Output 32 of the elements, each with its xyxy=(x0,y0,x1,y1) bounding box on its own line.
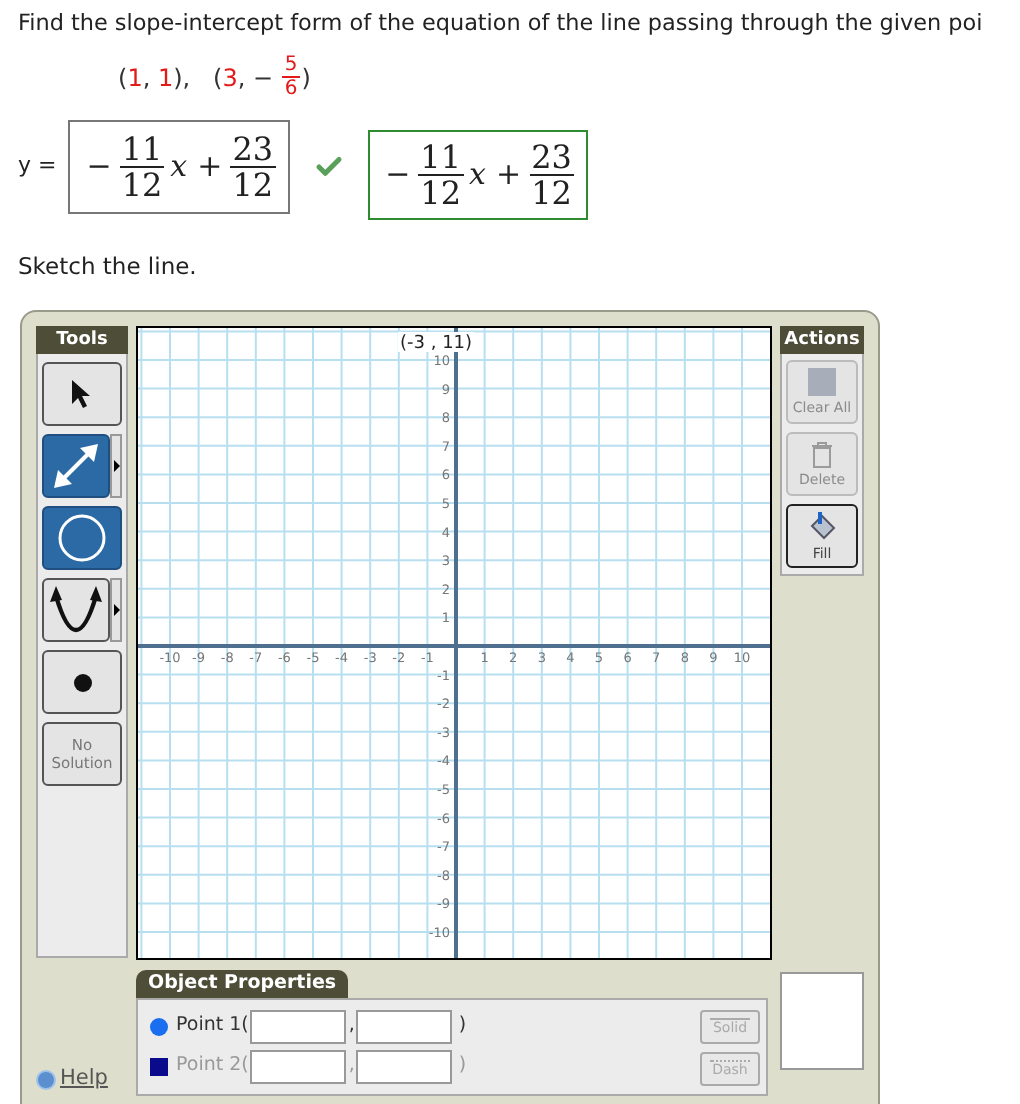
submenu-toggle[interactable] xyxy=(110,578,122,642)
help-link[interactable]: Help xyxy=(36,1064,128,1096)
tool-button[interactable] xyxy=(42,578,110,642)
tool-button[interactable] xyxy=(42,506,122,570)
question-text: Find the slope-intercept form of the equation of the line passing through the given poi xyxy=(18,8,985,40)
actions-header: Actions xyxy=(780,326,864,354)
help-icon xyxy=(36,1069,56,1090)
submenu-toggle[interactable] xyxy=(110,434,122,498)
coordinate-field[interactable] xyxy=(356,1010,453,1044)
tool-button[interactable] xyxy=(42,362,122,426)
double-arrow-icon xyxy=(50,440,102,492)
parabola-icon xyxy=(48,584,104,636)
coordinate-field[interactable] xyxy=(250,1010,347,1044)
paint-bucket-icon xyxy=(806,511,838,541)
trash-icon xyxy=(812,441,832,467)
closing-parenthesis: ) xyxy=(458,1052,467,1081)
circle-icon xyxy=(56,512,108,564)
point-label: Point 1( xyxy=(176,1012,249,1041)
y-equals-label: y = xyxy=(18,150,57,183)
point-icon xyxy=(73,673,91,691)
tool-button[interactable] xyxy=(42,650,122,714)
tools-header: Tools xyxy=(36,326,128,354)
style-preview xyxy=(780,972,864,1070)
point-label: Point 2( xyxy=(176,1052,249,1081)
coordinate-readout: (-3 , 11) xyxy=(400,334,473,354)
comma-separator: , xyxy=(348,1012,355,1041)
sketch-instruction: Sketch the line. xyxy=(18,250,199,284)
tool-button[interactable] xyxy=(42,434,110,498)
cursor-icon xyxy=(70,378,94,410)
comma-separator: , xyxy=(348,1052,355,1081)
closing-parenthesis: ) xyxy=(458,1012,467,1041)
square-icon xyxy=(808,368,836,396)
